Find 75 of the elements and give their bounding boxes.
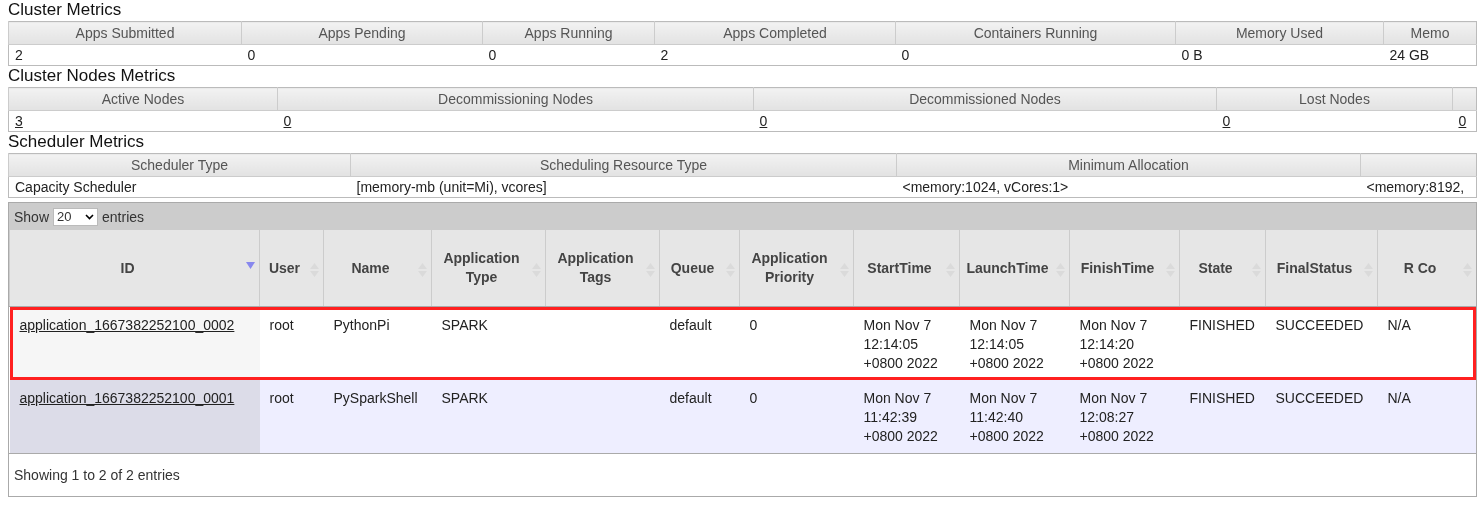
column-header: Containers Running [895,21,1176,45]
metric-link[interactable]: 0 [1216,110,1453,132]
column-header[interactable]: FinalStatus [1265,230,1378,307]
application-link[interactable]: application_1667382252100_0001 [19,390,235,406]
table-cell: N/A [1387,317,1411,333]
column-header[interactable]: ID [9,230,260,307]
table-cell: PySparkShell [333,390,418,406]
column-header: Apps Completed [654,21,896,45]
metric-value: <memory:1024, vCores:1> [896,176,1361,198]
column-header[interactable]: FinishTime [1069,230,1180,307]
column-header: Scheduling Resource Type [350,153,897,177]
table-cell: root [269,317,294,333]
page-size-select[interactable]: 20 [53,207,99,226]
column-header: Memory Used [1175,21,1384,45]
table-cell: Mon Nov 7 11:42:40 +0800 2022 [969,390,1044,444]
metric-value: 0 B [1175,44,1384,66]
metric-link[interactable]: 0 [277,110,754,132]
column-header[interactable]: R Co [1377,230,1476,307]
metric-value: 2 [8,44,242,66]
metric-value: [memory-mb (unit=Mi), vcores] [350,176,897,198]
column-header: Active Nodes [8,87,278,111]
column-header[interactable]: StartTime [853,230,960,307]
column-header[interactable]: LaunchTime [959,230,1070,307]
metric-link[interactable]: 3 [8,110,278,132]
table-cell: 0 [749,317,758,333]
column-header[interactable]: Application Priority [739,230,854,307]
metric-value: 0 [241,44,483,66]
table-cell: root [269,390,294,406]
metric-value: Capacity Scheduler [8,176,351,198]
metric-link[interactable]: 0 [753,110,1217,132]
column-header[interactable]: Application Type [431,230,546,307]
table-cell: 0 [749,390,758,406]
table-cell: Mon Nov 7 11:42:39 +0800 2022 [863,390,938,444]
table-cell: SUCCEEDED [1275,390,1364,406]
column-header: Decommissioning Nodes [277,87,754,111]
table-cell: SPARK [441,317,488,333]
column-header: Decommissioned Nodes [753,87,1217,111]
metric-value: 0 [895,44,1176,66]
table-cell: FINISHED [1189,390,1255,406]
column-header: Apps Submitted [8,21,242,45]
metric-value: 24 GB [1383,44,1477,66]
column-header[interactable]: User [259,230,324,307]
column-header: Memo [1383,21,1477,45]
table-cell: Mon Nov 7 12:14:20 +0800 2022 [1079,317,1154,371]
table-cell: PythonPi [333,317,390,333]
table-cell: Mon Nov 7 12:14:05 +0800 2022 [969,317,1044,371]
chevron-down-icon [85,213,95,220]
column-header: Apps Running [482,21,655,45]
column-header: Scheduler Type [8,153,351,177]
table-cell: default [669,390,712,406]
entries-info: Showing 1 to 2 of 2 entries [14,467,180,483]
column-header: Apps Pending [241,21,483,45]
column-header[interactable]: Application Tags [545,230,660,307]
section-title: Cluster Metrics [8,0,123,21]
table-cell: N/A [1387,390,1411,406]
table-cell: default [669,317,712,333]
column-header: Lost Nodes [1216,87,1453,111]
metric-value: <memory:8192, [1360,176,1477,198]
table-cell: FINISHED [1189,317,1255,333]
entries-label: entries [102,208,145,225]
table-cell: SPARK [441,390,488,406]
column-header[interactable]: State [1179,230,1266,307]
table-cell: Mon Nov 7 12:14:05 +0800 2022 [863,317,938,371]
metric-value: 0 [482,44,655,66]
column-header: Minimum Allocation [896,153,1361,177]
metric-value: 2 [654,44,896,66]
application-link[interactable]: application_1667382252100_0002 [19,317,235,333]
section-title: Scheduler Metrics [8,132,146,153]
metric-link[interactable]: 0 [1452,110,1477,132]
table-cell: SUCCEEDED [1275,317,1364,333]
table-cell: Mon Nov 7 12:08:27 +0800 2022 [1079,390,1154,444]
column-header[interactable]: Name [323,230,432,307]
section-title: Cluster Nodes Metrics [8,66,177,87]
column-header[interactable]: Queue [659,230,740,307]
show-label: Show [14,208,50,225]
